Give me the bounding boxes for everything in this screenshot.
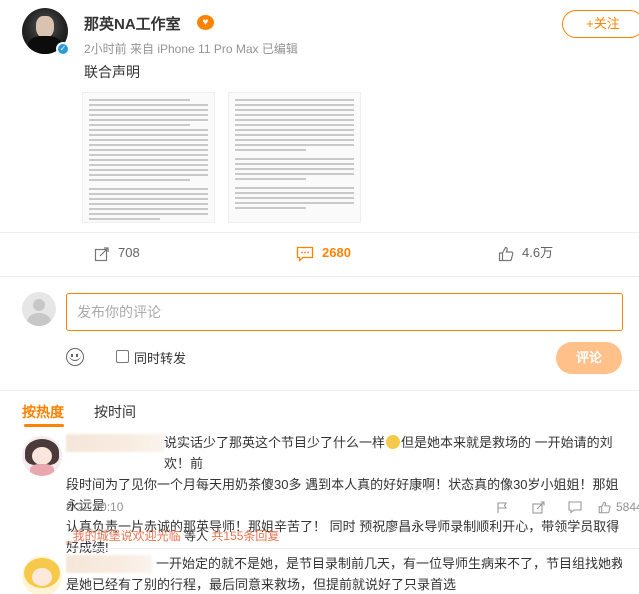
reply-user-link[interactable]: _我的城堡说欢迎光临 [66,529,181,543]
repost-checkbox[interactable] [116,350,129,363]
comment-icon [296,246,314,262]
comment-line: 说实话少了那英这个节目少了什么一样 [164,435,386,450]
thumbs-up-icon [498,246,514,261]
repost-count: 708 [118,245,140,260]
repost-button[interactable]: 708 [94,236,140,270]
commenter-avatar[interactable] [22,436,62,476]
repost-icon [94,246,109,261]
reply-count-link[interactable]: 共155条回复 [211,529,279,543]
comment-like-count[interactable]: 5844 [616,500,639,514]
repost-checkbox-label[interactable]: 同时转发 [134,348,186,367]
thumbs-up-icon [598,501,611,514]
comment-text: 一开始定的就不是她，是节目录制前几天，有一位导师生病来不了，节目组找她救场，但 … [66,553,622,594]
verified-icon: ✓ [56,42,70,56]
statement-image-1[interactable] [82,92,215,223]
reply-icon [568,501,582,514]
statement-image-2[interactable] [228,92,361,223]
divider [0,390,639,391]
action-bar: 708 2680 4.6万 [0,236,639,270]
emoji-icon [386,435,401,449]
comment-line: 是她已经有了别的行程，最后同意来救场，但提前就说好了只录首选 [66,577,457,592]
reply-summary[interactable]: _我的城堡说欢迎光临 等人 共155条回复 [66,527,279,544]
post-meta: 2小时前 来自 iPhone 11 Pro Max 已编辑 [84,42,298,56]
comment-input[interactable] [66,293,623,331]
comment-line: 一开始定的就不是她，是节目录制前几天，有一位导师生病来不了，节目组找她救场，但 [156,556,622,571]
comment-button[interactable]: 2680 [296,236,351,270]
comment-meta: 8-22 20:10 5844 [66,500,639,516]
author-name[interactable]: 那英NA工作室 [84,13,181,34]
like-count: 4.6万 [522,245,554,260]
comment-count: 2680 [322,245,351,260]
tab-sort-hot[interactable]: 按热度 [22,402,64,422]
tab-sort-time[interactable]: 按时间 [94,402,136,422]
like-button[interactable]: 4.6万 [498,236,553,270]
divider [66,548,639,549]
follow-button[interactable]: +关注 [562,10,639,38]
report-icon [497,502,507,513]
comment-time: 8-22 20:10 [66,500,124,514]
submit-comment-button[interactable]: 评论 [556,342,622,374]
divider [0,232,639,233]
divider [0,276,639,277]
post-header: ✓ 那英NA工作室 ♥ 2小时前 来自 iPhone 11 Pro Max 已编… [22,8,639,60]
commenter-avatar[interactable] [22,556,62,594]
reply-summary-text: 等人 [184,529,209,543]
my-avatar [22,292,56,326]
active-tab-indicator [24,424,64,427]
vip-heart-icon: ♥ [197,15,214,30]
repost-icon [532,501,545,514]
post-text: 联合声明 [84,64,140,80]
